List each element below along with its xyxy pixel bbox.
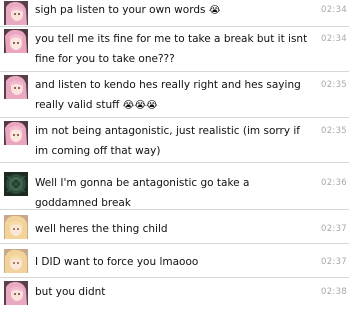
- message-text: im not being antagonistic, just realisti…: [35, 125, 300, 157]
- avatar[interactable]: [4, 75, 28, 99]
- message-row: im not being antagonistic, just realisti…: [0, 118, 349, 163]
- timestamp: 02:36: [321, 178, 347, 188]
- message-text: you tell me its fine for me to take a br…: [35, 33, 308, 65]
- message-text: well heres the thing child: [35, 223, 168, 235]
- message-row: Well I'm gonna be antagonistic go take a…: [0, 163, 349, 210]
- timestamp: 02:35: [321, 80, 347, 90]
- avatar[interactable]: [4, 1, 28, 25]
- chat-log: sigh pa listen to your own words 😭 02:34…: [0, 0, 349, 309]
- message-text: but you didnt: [35, 286, 106, 298]
- message-row: but you didnt 02:38: [0, 278, 349, 309]
- timestamp: 02:37: [321, 224, 347, 234]
- message-row: sigh pa listen to your own words 😭 02:34: [0, 0, 349, 27]
- avatar[interactable]: [4, 281, 28, 305]
- sob-emoji: 😭😭😭: [122, 99, 158, 111]
- message-row: and listen to kendo hes really right and…: [0, 72, 349, 118]
- message-text: Well I'm gonna be antagonistic go take a…: [35, 177, 250, 209]
- avatar[interactable]: [4, 121, 28, 145]
- message-row: I DID want to force you lmaooo 02:37: [0, 244, 349, 278]
- message-row: you tell me its fine for me to take a br…: [0, 27, 349, 72]
- avatar[interactable]: [4, 29, 28, 53]
- avatar[interactable]: [4, 215, 28, 239]
- sob-emoji: 😭: [208, 5, 221, 16]
- message-text: sigh pa listen to your own words 😭: [35, 4, 221, 16]
- timestamp: 02:34: [321, 34, 347, 44]
- message-text: I DID want to force you lmaooo: [35, 256, 199, 268]
- timestamp: 02:35: [321, 126, 347, 136]
- timestamp: 02:37: [321, 257, 347, 267]
- avatar[interactable]: [4, 249, 28, 273]
- message-row: well heres the thing child 02:37: [0, 210, 349, 244]
- message-text: and listen to kendo hes really right and…: [35, 79, 301, 111]
- timestamp: 02:34: [321, 5, 347, 15]
- avatar[interactable]: [4, 172, 28, 196]
- timestamp: 02:38: [321, 287, 347, 297]
